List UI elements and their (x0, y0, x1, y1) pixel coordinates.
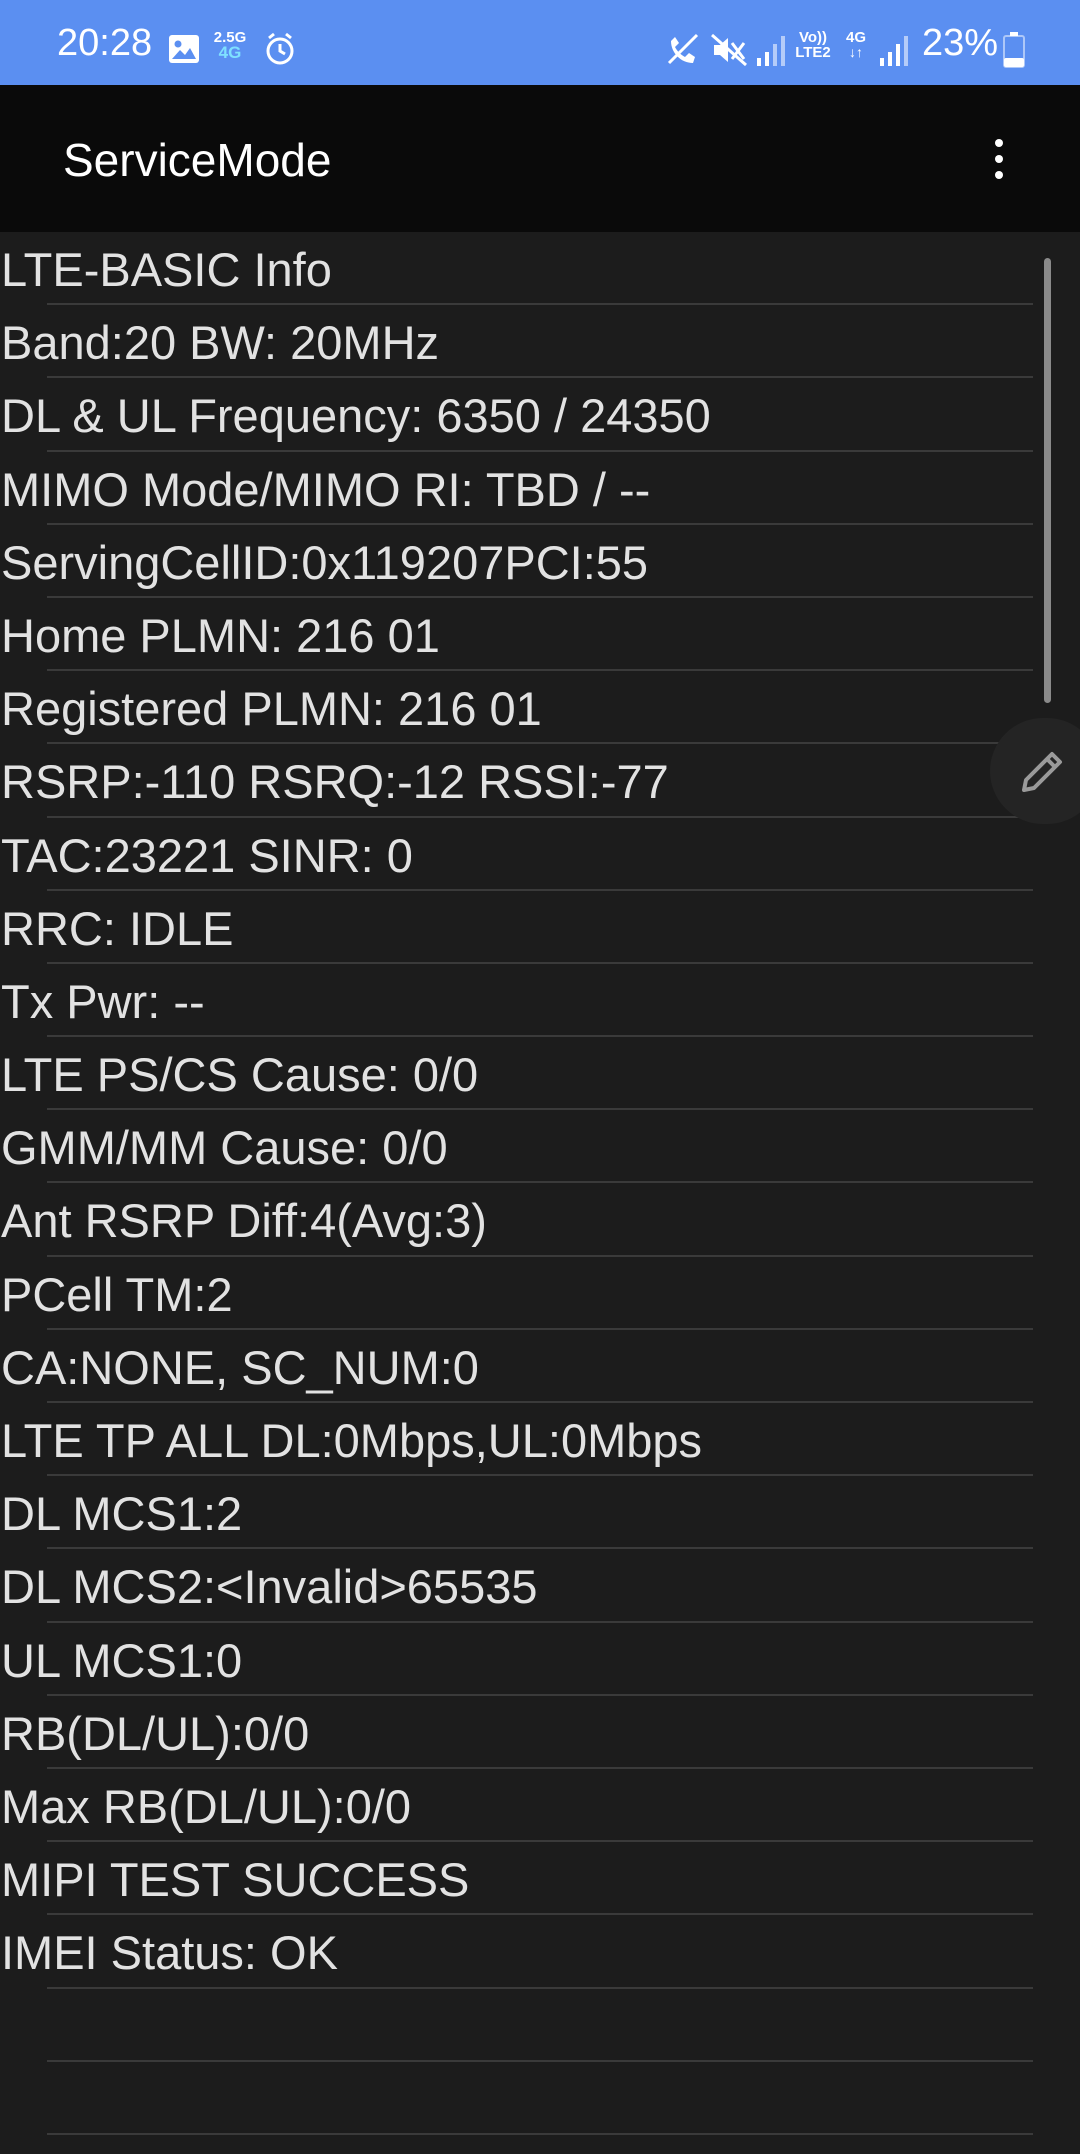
more-options-button[interactable] (975, 129, 1023, 189)
list-item-label: Ant RSRP Diff:4(Avg:3) (1, 1194, 487, 1248)
list-item-label: TAC:23221 SINR: 0 (1, 828, 413, 882)
list-item[interactable]: DL MCS2:<Invalid>65535 (0, 1549, 1080, 1623)
list-item[interactable]: GMM/MM Cause: 0/0 (0, 1110, 1080, 1184)
signal-icon (880, 36, 908, 66)
alarm-clock-icon (266, 32, 294, 65)
battery-icon (1003, 32, 1025, 68)
more-vert-icon (995, 139, 1003, 147)
network-type-indicator: 2.5G 4G (212, 30, 248, 62)
data-indicator: 4G ↓↑ (842, 30, 870, 60)
list-item-label: DL & UL Frequency: 6350 / 24350 (1, 389, 711, 443)
list-item[interactable]: Home PLMN: 216 01 (0, 598, 1080, 672)
app-title: ServiceMode (63, 134, 332, 186)
list-item[interactable] (0, 1989, 1080, 2062)
list-item-label: RSRP:-110 RSRQ:-12 RSSI:-77 (1, 755, 669, 809)
list-item[interactable]: Ant RSRP Diff:4(Avg:3) (0, 1183, 1080, 1257)
blocked-call-icon (667, 33, 699, 65)
list-item[interactable]: Registered PLMN: 216 01 (0, 671, 1080, 745)
list-item-label: Tx Pwr: -- (1, 974, 205, 1028)
volte-top: Vo)) (798, 29, 828, 46)
list-item-label: DL MCS1:2 (1, 1487, 243, 1541)
status-bar: 20:28 2.5G 4G Vo)) LTE2 4G ↓↑ 23% (0, 0, 1080, 85)
divider (47, 2132, 1033, 2135)
list-item[interactable]: ServingCellID:0x119207PCI:55 (0, 525, 1080, 598)
list-item-label: MIPI TEST SUCCESS (1, 1853, 470, 1907)
list-item-label: LTE PS/CS Cause: 0/0 (1, 1048, 479, 1102)
list-item[interactable]: LTE-BASIC Info (0, 232, 1080, 306)
list-item-label: ServingCellID:0x119207PCI:55 (1, 535, 649, 589)
list-item[interactable]: RB(DL/UL):0/0 (0, 1696, 1080, 1769)
more-vert-icon-dot (995, 155, 1003, 163)
list-item[interactable]: LTE PS/CS Cause: 0/0 (0, 1037, 1080, 1111)
list-item-label: Max RB(DL/UL):0/0 (1, 1779, 412, 1833)
list-item[interactable]: Tx Pwr: -- (0, 964, 1080, 1038)
list-item[interactable]: RSRP:-110 RSRQ:-12 RSSI:-77 (0, 744, 1080, 818)
list-item[interactable]: MIPI TEST SUCCESS (0, 1842, 1080, 1916)
data-type: 4G (845, 29, 866, 46)
list-item-label: UL MCS1:0 (1, 1633, 243, 1687)
list-item-label: IMEI Status: OK (1, 1926, 338, 1980)
list-item[interactable]: DL & UL Frequency: 6350 / 24350 (0, 378, 1080, 452)
list-item-label: GMM/MM Cause: 0/0 (1, 1121, 448, 1175)
signal-icon (757, 36, 785, 66)
network-type-bottom: 4G (218, 43, 242, 62)
list-item-label: Registered PLMN: 216 01 (1, 682, 542, 736)
service-info-list[interactable]: LTE-BASIC Info Band:20 BW: 20MHz DL & UL… (0, 232, 1080, 2154)
volte-bottom: LTE2 (795, 44, 831, 61)
list-item[interactable]: UL MCS1:0 (0, 1623, 1080, 1696)
list-item-label: RRC: IDLE (1, 901, 234, 955)
more-vert-icon-dot (995, 171, 1003, 179)
list-item-label: LTE TP ALL DL:0Mbps,UL:0Mbps (1, 1414, 703, 1467)
status-time: 20:28 (57, 22, 153, 64)
list-item-label: MIMO Mode/MIMO RI: TBD / -- (1, 462, 651, 516)
pencil-icon (1022, 752, 1062, 792)
list-item[interactable]: LTE TP ALL DL:0Mbps,UL:0Mbps (0, 1403, 1080, 1477)
list-item-label: PCell TM:2 (1, 1267, 233, 1321)
list-item[interactable]: RRC: IDLE (0, 891, 1080, 964)
list-item[interactable]: IMEI Status: OK (0, 1915, 1080, 1989)
battery-percent: 23% (922, 22, 999, 64)
mute-icon (711, 33, 747, 67)
list-item-label: CA:NONE, SC_NUM:0 (1, 1340, 479, 1394)
list-item[interactable]: CA:NONE, SC_NUM:0 (0, 1330, 1080, 1403)
app-bar: ServiceMode (0, 85, 1080, 232)
list-item[interactable]: MIMO Mode/MIMO RI: TBD / -- (0, 452, 1080, 525)
list-item[interactable] (0, 2062, 1080, 2135)
list-item-label: LTE-BASIC Info (1, 243, 332, 296)
list-item[interactable]: Band:20 BW: 20MHz (0, 305, 1080, 379)
list-item[interactable]: Max RB(DL/UL):0/0 (0, 1769, 1080, 1843)
data-arrows-icon: ↓↑ (849, 44, 863, 60)
list-item-label: Band:20 BW: 20MHz (1, 316, 440, 370)
volte-indicator: Vo)) LTE2 (792, 30, 834, 60)
list-item-label: RB(DL/UL):0/0 (1, 1706, 310, 1760)
list-item[interactable]: PCell TM:2 (0, 1257, 1080, 1330)
list-item-label: DL MCS2:<Invalid>65535 (1, 1560, 538, 1614)
list-item[interactable]: TAC:23221 SINR: 0 (0, 818, 1080, 891)
scrollbar[interactable] (1044, 258, 1051, 703)
list-item[interactable]: DL MCS1:2 (0, 1476, 1080, 1550)
image-icon (169, 35, 199, 63)
list-item-label: Home PLMN: 216 01 (1, 608, 440, 662)
